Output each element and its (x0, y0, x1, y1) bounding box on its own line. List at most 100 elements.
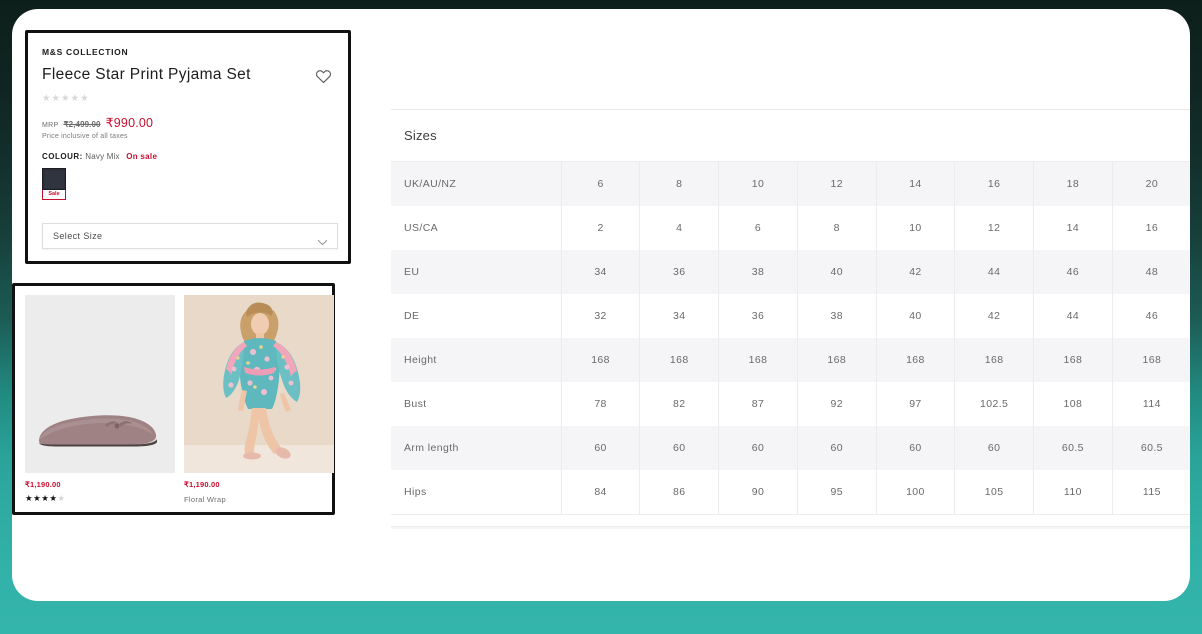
table-cell: 105 (954, 470, 1034, 514)
colour-swatch-group: Sale (42, 168, 66, 200)
table-scroll-area[interactable] (391, 526, 1190, 529)
table-row-header: DE (391, 294, 562, 338)
table-cell: 38 (718, 250, 798, 294)
table-cell: 60 (875, 426, 955, 470)
table-cell: 16 (954, 162, 1034, 206)
table-cell: 36 (718, 294, 798, 338)
table-cell: 10 (718, 162, 798, 206)
product-title-row: Fleece Star Print Pyjama Set (42, 66, 334, 85)
table-cell: 168 (796, 338, 877, 382)
table-cell: 92 (796, 382, 877, 426)
table-cell: 36 (639, 250, 719, 294)
table-cell: 6 (718, 206, 798, 250)
page-panel: M&S COLLECTION Fleece Star Print Pyjama … (12, 9, 1190, 601)
table-cell: 114 (1111, 382, 1190, 426)
recommendations-card: ₹1,190.00 ★★★★★ ₹1,190.00 Floral Wrap (12, 283, 335, 515)
table-row: Height 168 168 168 168 168 168 168 168 (391, 338, 1190, 382)
table-cell: 34 (560, 250, 640, 294)
rec-name: Floral Wrap (184, 495, 226, 504)
table-cell: 86 (639, 470, 719, 514)
table-cell: 8 (639, 162, 719, 206)
chevron-down-icon (317, 233, 328, 245)
table-cell: 42 (875, 250, 955, 294)
table-row: UK/AU/NZ 6 8 10 12 14 16 18 20 (391, 162, 1190, 206)
table-cell: 168 (1033, 338, 1113, 382)
table-cell: 100 (875, 470, 955, 514)
mrp-value: ₹2,499.00 (63, 119, 101, 129)
rec-stars-empty: ★ (57, 493, 66, 503)
table-cell: 60 (954, 426, 1034, 470)
colour-swatch-navy-mix[interactable] (42, 168, 66, 190)
on-sale-badge: On sale (126, 152, 158, 161)
table-cell: 102.5 (954, 382, 1034, 426)
sizes-table-header: Sizes (391, 110, 1190, 162)
table-cell: 82 (639, 382, 719, 426)
table-cell: 97 (875, 382, 955, 426)
table-cell: 10 (875, 206, 955, 250)
table-cell: 6 (560, 162, 640, 206)
table-cell: 40 (796, 250, 877, 294)
table-cell: 46 (1111, 294, 1190, 338)
table-bottom-divider (391, 514, 1190, 526)
wishlist-heart-icon[interactable] (315, 68, 332, 85)
tax-note: Price inclusive of all taxes (42, 133, 128, 140)
table-row-header: UK/AU/NZ (391, 162, 562, 206)
ballet-flat-shoe-icon (39, 415, 157, 447)
rec-price: ₹1,190.00 (184, 480, 220, 489)
rec-price: ₹1,190.00 (25, 480, 61, 489)
table-cell: 42 (954, 294, 1034, 338)
select-size-dropdown[interactable]: Select Size (42, 223, 338, 249)
table-cell: 60.5 (1111, 426, 1190, 470)
table-cell: 168 (954, 338, 1034, 382)
product-thumbnail-model[interactable] (184, 295, 334, 473)
table-row-header: Height (391, 338, 562, 382)
list-item[interactable]: ₹1,190.00 ★★★★★ (25, 295, 175, 503)
table-cell: 2 (560, 206, 640, 250)
table-cell: 20 (1111, 162, 1190, 206)
table-row: Bust 78 82 87 92 97 102.5 108 114 (391, 382, 1190, 426)
table-cell: 60 (796, 426, 877, 470)
table-cell: 4 (639, 206, 719, 250)
table-cell: 115 (1111, 470, 1190, 514)
table-row-header: US/CA (391, 206, 562, 250)
product-brand: M&S COLLECTION (42, 47, 129, 57)
table-cell: 90 (718, 470, 798, 514)
page-title: Fleece Star Print Pyjama Set (42, 66, 251, 83)
table-cell: 18 (1033, 162, 1113, 206)
mrp-label: MRP (42, 121, 59, 129)
table-cell: 168 (639, 338, 719, 382)
table-row: Hips 84 86 90 95 100 105 110 115 (391, 470, 1190, 514)
rec-stars-filled: ★★★★ (25, 493, 58, 503)
table-row: Arm length 60 60 60 60 60 60 60.5 60.5 (391, 426, 1190, 470)
table-cell: 14 (875, 162, 955, 206)
colour-row: COLOUR: Navy Mix On sale (42, 153, 334, 161)
table-cell: 60.5 (1033, 426, 1113, 470)
table-cell: 110 (1033, 470, 1113, 514)
product-rating-stars: ★★★★★ (42, 93, 90, 104)
table-row: EU 34 36 38 40 42 44 46 48 (391, 250, 1190, 294)
table-cell: 78 (560, 382, 640, 426)
model-in-floral-wrap-icon (184, 295, 334, 473)
product-thumbnail-shoe[interactable] (25, 295, 175, 473)
table-row-header: Arm length (391, 426, 562, 470)
swatch-fill (44, 170, 64, 188)
table-cell: 34 (639, 294, 719, 338)
swatch-sale-tag: Sale (42, 190, 66, 200)
table-cell: 95 (796, 470, 877, 514)
sizes-title: Sizes (404, 128, 437, 143)
list-item[interactable]: ₹1,190.00 Floral Wrap (184, 295, 334, 504)
size-guide-table: UK/AU/NZ 6 8 10 12 14 16 18 20 US/CA 2 4 6 8 10 12 14 16 E… (391, 162, 1190, 514)
table-row: DE 32 34 36 38 40 42 44 46 (391, 294, 1190, 338)
rec-rating-stars: ★★★★★ (25, 494, 175, 503)
table-cell: 14 (1033, 206, 1113, 250)
table-cell: 168 (1111, 338, 1190, 382)
table-cell: 38 (796, 294, 877, 338)
sale-price: ₹990.00 (105, 115, 154, 130)
table-cell: 12 (954, 206, 1034, 250)
sizes-table-panel: Sizes UK/AU/NZ 6 8 10 12 14 16 18 20 US/CA 2 4 6 8 10 1… (391, 109, 1190, 529)
table-cell: 44 (1033, 294, 1113, 338)
table-cell: 168 (718, 338, 798, 382)
table-cell: 108 (1033, 382, 1113, 426)
table-cell: 87 (718, 382, 798, 426)
table-cell: 40 (875, 294, 955, 338)
